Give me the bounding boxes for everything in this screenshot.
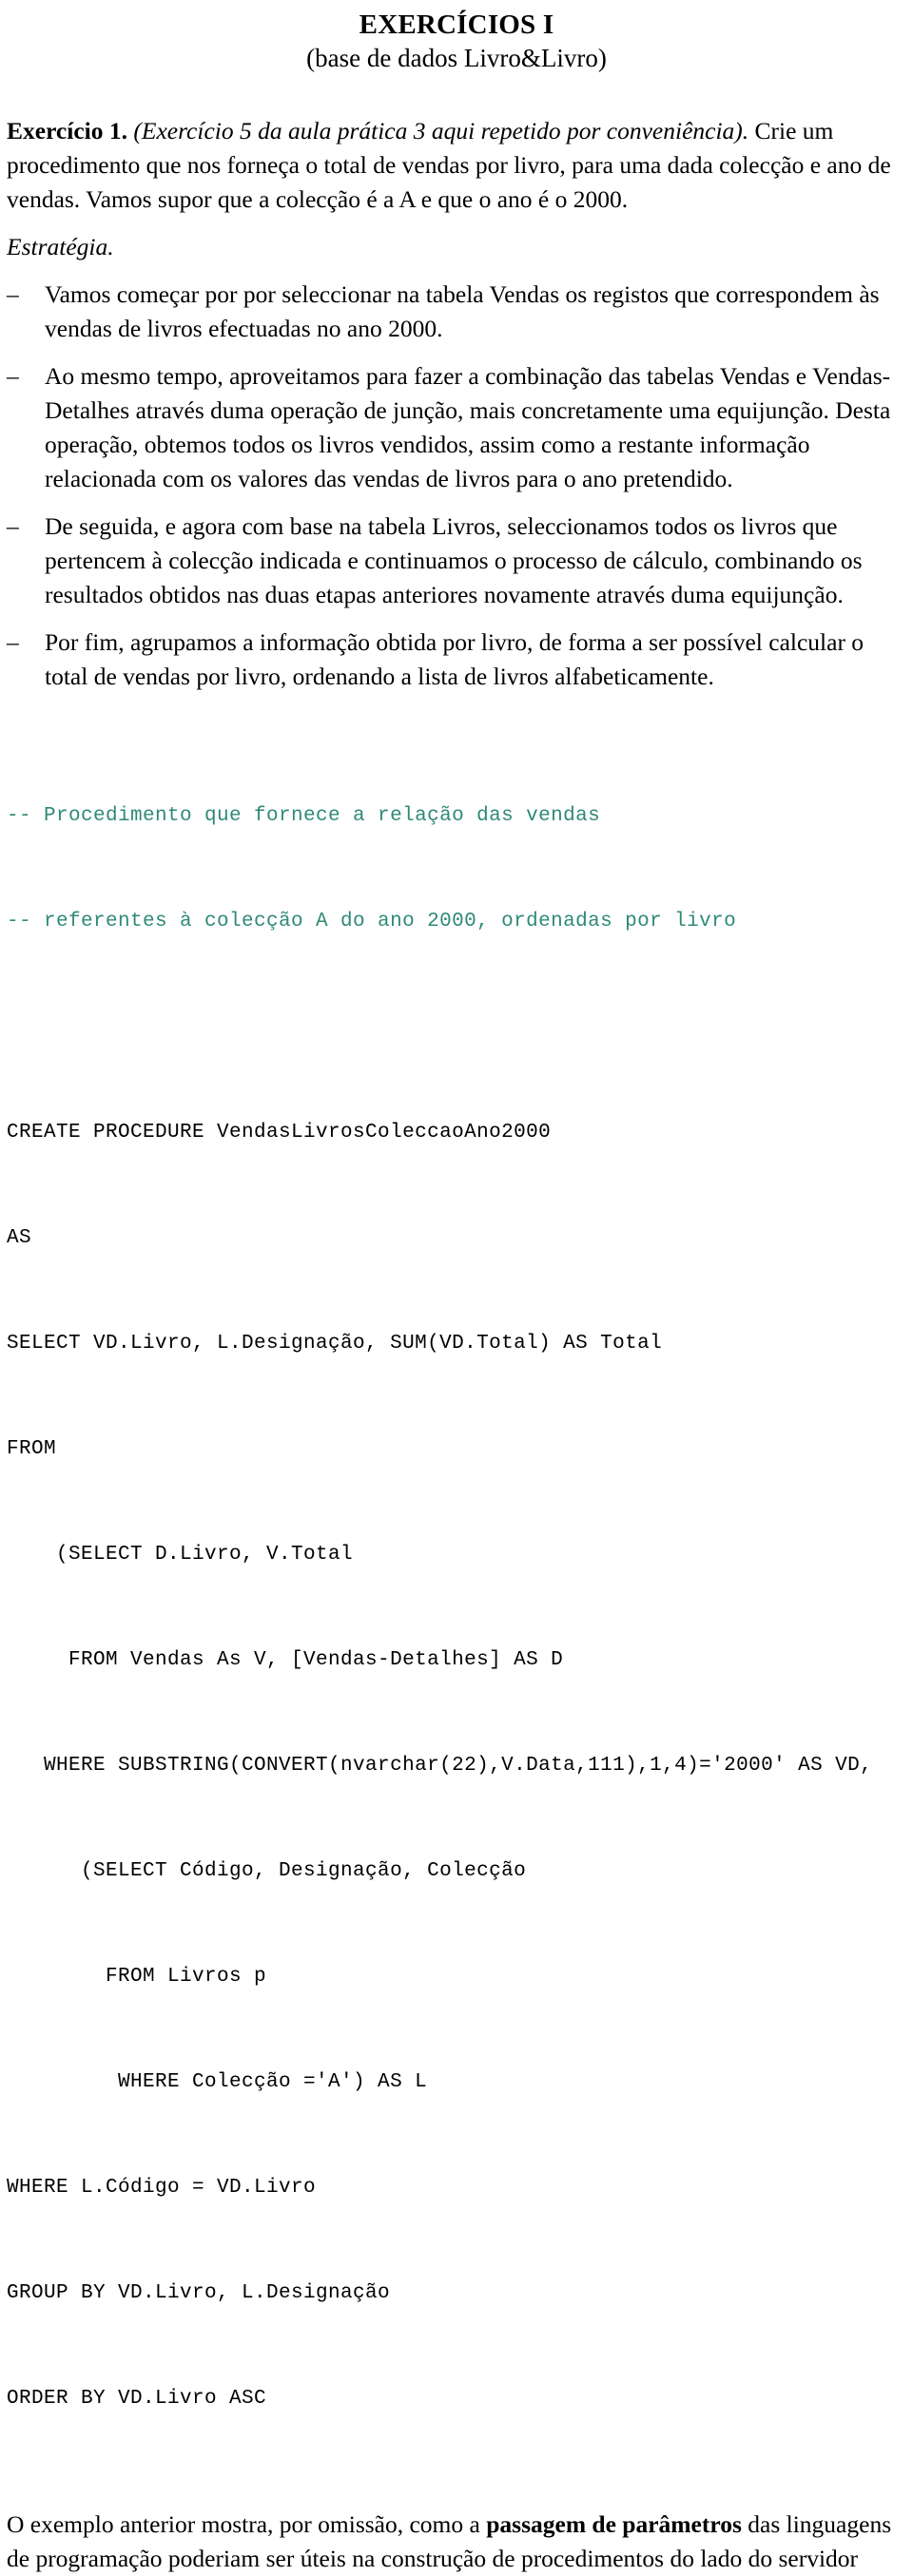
list-item-text: De seguida, e agora com base na tabela L… <box>45 512 863 608</box>
bullet-dash-icon: – <box>7 512 19 540</box>
list-item: – Vamos começar por por seleccionar na t… <box>7 278 906 346</box>
list-item: – Por fim, agrupamos a informação obtida… <box>7 625 906 694</box>
closing-text-part1: O exemplo anterior mostra, por omissão, … <box>7 2510 487 2538</box>
code-line: ORDER BY VD.Livro ASC <box>7 2388 267 2410</box>
exercise-block: Exercício 1. (Exercício 5 da aula prátic… <box>7 114 906 217</box>
exercise-note: (Exercício 5 da aula prática 3 aqui repe… <box>133 117 749 144</box>
page-title: EXERCÍCIOS I <box>359 10 554 40</box>
code-line: FROM Livros p <box>7 1966 267 1988</box>
code-line: (SELECT D.Livro, V.Total <box>7 1544 354 1566</box>
code-line: FROM <box>7 1438 57 1460</box>
list-item-text: Por fim, agrupamos a informação obtida p… <box>45 628 864 690</box>
code-line: WHERE L.Código = VD.Livro <box>7 2177 317 2199</box>
document-page: EXERCÍCIOS I (base de dados Livro&Livro)… <box>0 0 913 2572</box>
code-line: SELECT VD.Livro, L.Designação, SUM(VD.To… <box>7 1333 663 1355</box>
exercise-label: Exercício 1. <box>7 117 127 144</box>
page-subtitle: (base de dados Livro&Livro) <box>306 44 607 72</box>
title-block: EXERCÍCIOS I (base de dados Livro&Livro) <box>7 0 906 74</box>
code-line: GROUP BY VD.Livro, L.Designação <box>7 2282 391 2304</box>
strategy-list: – Vamos começar por por seleccionar na t… <box>7 278 906 694</box>
bullet-dash-icon: – <box>7 628 19 656</box>
code-line: FROM Vendas As V, [Vendas-Detalhes] AS D <box>7 1649 564 1671</box>
bullet-dash-icon: – <box>7 362 19 390</box>
list-item: – Ao mesmo tempo, aproveitamos para faze… <box>7 359 906 496</box>
code-line: (SELECT Código, Designação, Colecção <box>7 1860 527 1882</box>
list-item-text: Ao mesmo tempo, aproveitamos para fazer … <box>45 362 891 492</box>
code-line: WHERE SUBSTRING(CONVERT(nvarchar(22),V.D… <box>7 1755 873 1777</box>
closing-emphasis: passagem de parâmetros <box>486 2510 742 2538</box>
bullet-dash-icon: – <box>7 280 19 308</box>
code-comment-line: -- referentes à colecção A do ano 2000, … <box>7 911 737 932</box>
sql-code-block: -- Procedimento que fornece a relação da… <box>7 728 906 2487</box>
list-item-text: Vamos começar por por seleccionar na tab… <box>45 280 880 342</box>
code-line: CREATE PROCEDURE VendasLivrosColeccaoAno… <box>7 1122 552 1144</box>
strategy-heading: Estratégia. <box>7 233 114 260</box>
list-item: – De seguida, e agora com base na tabela… <box>7 509 906 612</box>
code-line: WHERE Colecção ='A') AS L <box>7 2071 428 2093</box>
closing-paragraph: O exemplo anterior mostra, por omissão, … <box>7 2508 906 2576</box>
code-line: AS <box>7 1227 32 1249</box>
code-comment-line: -- Procedimento que fornece a relação da… <box>7 805 601 827</box>
